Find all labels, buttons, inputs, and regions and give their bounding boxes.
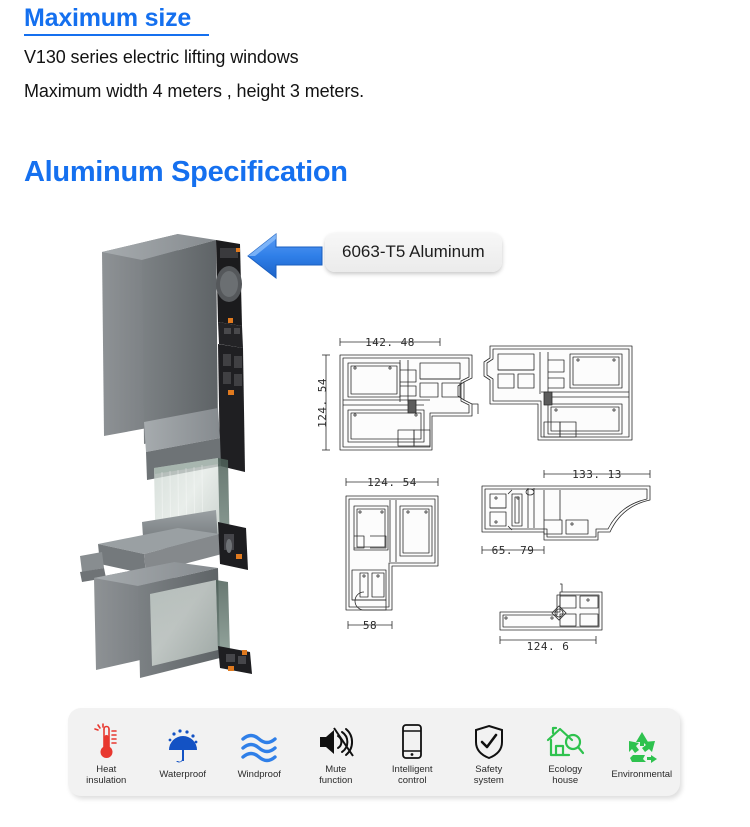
feature-label: Environmental xyxy=(611,769,673,781)
feature-label: Intelligent control xyxy=(391,763,433,787)
recycle-icon xyxy=(624,727,660,767)
house-magnifier-icon xyxy=(545,722,585,762)
profile-drawing-4: 133. 13 65. 79 xyxy=(472,462,672,567)
dim-height-1: 124. 54 xyxy=(316,378,329,428)
feature-label: Windproof xyxy=(237,769,281,781)
feature-mute-function: Mute function xyxy=(298,708,375,796)
feature-windproof: Windproof xyxy=(221,708,298,796)
feature-label: Waterproof xyxy=(159,769,207,781)
feature-heat-insulation: Heat insulation xyxy=(68,708,145,796)
profile-drawing-1: 142. 48 124. 54 xyxy=(312,330,487,465)
section-title-aluminum-specification: Aluminum Specification xyxy=(24,156,348,188)
wind-waves-icon xyxy=(239,727,279,767)
product-dimensions-text: Maximum width 4 meters , height 3 meters… xyxy=(24,81,365,101)
shield-check-icon xyxy=(473,722,505,762)
umbrella-rain-icon xyxy=(165,727,201,767)
thermometer-icon xyxy=(91,722,121,762)
dim-width-1: 142. 48 xyxy=(365,336,415,349)
callout-label-material: 6063-T5 Aluminum xyxy=(325,233,502,272)
feature-label: Mute function xyxy=(319,763,353,787)
feature-highlights-panel: Heat insulation Waterproof Windproof Mut… xyxy=(68,708,680,796)
dim-bottom-3: 58 xyxy=(363,619,377,632)
speaker-mute-icon xyxy=(316,722,356,762)
feature-label: Heat insulation xyxy=(86,763,127,787)
tablet-icon xyxy=(398,722,426,762)
page-title-maximum-size: Maximum size xyxy=(24,4,192,32)
window-cutaway-photo xyxy=(58,222,318,682)
profile-drawing-3: 124. 54 58 xyxy=(330,470,470,635)
dim-width-5: 124. 6 xyxy=(527,640,570,652)
product-series-text: V130 series electric lifting windows xyxy=(24,47,299,67)
feature-label: Ecology house xyxy=(548,763,583,787)
profile-drawing-2 xyxy=(482,332,652,457)
callout-arrow-icon xyxy=(246,230,326,287)
dim-width-3: 124. 54 xyxy=(367,476,417,489)
feature-ecology-house: Ecology house xyxy=(527,708,604,796)
dim-bottom-4: 65. 79 xyxy=(492,544,535,557)
dim-width-4: 133. 13 xyxy=(572,468,622,481)
feature-environmental: Environmental xyxy=(604,708,681,796)
feature-intelligent-control: Intelligent control xyxy=(374,708,451,796)
profile-drawing-5: 124. 6 xyxy=(492,572,672,652)
feature-waterproof: Waterproof xyxy=(145,708,222,796)
title-underline xyxy=(24,34,209,36)
feature-label: Safety system xyxy=(473,763,504,787)
feature-safety-system: Safety system xyxy=(451,708,528,796)
